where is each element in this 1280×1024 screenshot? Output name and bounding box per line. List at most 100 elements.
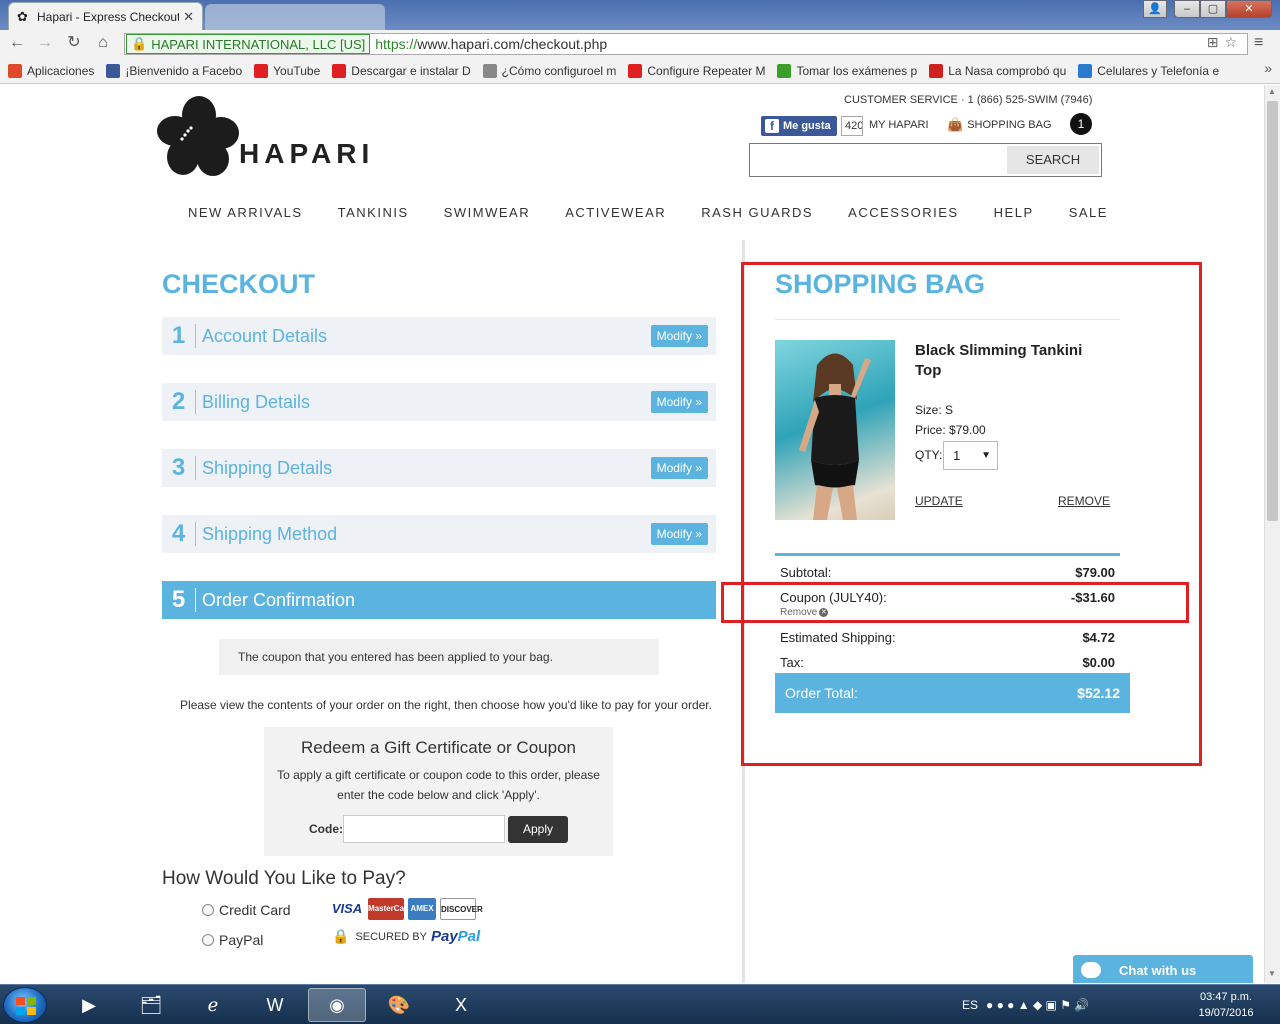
reload-icon[interactable]: ↻ xyxy=(63,32,85,54)
paypal-label: PayPal xyxy=(219,932,264,948)
bookmark-label: Tomar los exámenes p xyxy=(796,63,918,78)
step-number: 2 xyxy=(162,390,196,414)
annotation-highlight-bag xyxy=(741,262,1202,766)
nav-item-help[interactable]: HELP xyxy=(994,205,1034,220)
bookmark-item[interactable]: Tomar los exámenes p xyxy=(777,63,918,78)
window-minimize-button[interactable]: ‒ xyxy=(1174,0,1200,18)
bookmark-favicon-icon xyxy=(8,63,22,78)
address-bar[interactable]: 🔒 HAPARI INTERNATIONAL, LLC [US] https:/… xyxy=(124,33,1248,55)
bookmark-item[interactable]: La Nasa comprobó qu xyxy=(929,63,1067,78)
code-label: Code: xyxy=(309,822,343,836)
url-text[interactable]: https://www.hapari.com/checkout.php xyxy=(375,36,607,52)
browser-menu-icon[interactable]: ≡ xyxy=(1254,34,1263,52)
window-maximize-button[interactable]: ▢ xyxy=(1200,0,1226,18)
user-profile-icon[interactable]: 👤 xyxy=(1143,0,1167,18)
bookmark-item[interactable]: Descargar e instalar D xyxy=(332,63,471,78)
search-input[interactable] xyxy=(752,146,1008,174)
facebook-like-count: 420 xyxy=(841,116,863,136)
nav-item-rash-guards[interactable]: RASH GUARDS xyxy=(701,205,813,220)
coupon-code-input[interactable] xyxy=(343,815,505,843)
browser-tab-new[interactable] xyxy=(205,4,385,30)
language-indicator[interactable]: ES xyxy=(962,998,978,1012)
scroll-down-icon[interactable]: ▼ xyxy=(1268,969,1276,978)
bookmark-label: YouTube xyxy=(273,63,321,78)
step-label: Billing Details xyxy=(202,391,311,412)
bookmark-favicon-icon xyxy=(106,63,121,78)
bookmark-favicon-icon xyxy=(628,63,643,78)
browser-tab-strip: ✿ Hapari - Express Checkout ✕ 👤 ‒ ▢ ✕ xyxy=(0,0,1280,30)
tab-close-icon[interactable]: ✕ xyxy=(183,9,194,25)
bookmark-item[interactable]: YouTube xyxy=(254,63,321,78)
translate-and-star-icons[interactable]: ⊞☆ xyxy=(1207,34,1243,51)
paypal-logo: PayPal xyxy=(431,928,480,945)
back-arrow-icon[interactable]: ← xyxy=(6,32,28,54)
paypal-radio[interactable] xyxy=(202,934,214,946)
credit-card-radio[interactable] xyxy=(202,904,214,916)
nav-item-sale[interactable]: SALE xyxy=(1069,205,1108,220)
paypal-logo-pal: Pal xyxy=(457,928,481,945)
tray-icons[interactable]: ● ● ● ▲ ◆ ▣ ⚑ 🔊 xyxy=(986,998,1089,1012)
logo-wordmark: HAPARI xyxy=(239,138,375,169)
nav-item-new-arrivals[interactable]: NEW ARRIVALS xyxy=(188,205,303,220)
gift-description: To apply a gift certificate or coupon co… xyxy=(277,768,600,802)
excel-icon[interactable]: X xyxy=(432,988,490,1022)
scroll-up-icon[interactable]: ▲ xyxy=(1268,87,1276,96)
order-instructions: Please view the contents of your order o… xyxy=(180,698,712,712)
bookmarks-bar: Aplicaciones ¡Bienvenido a Facebo YouTube D… xyxy=(0,58,1280,84)
pay-option-credit-card[interactable]: Credit Card xyxy=(202,902,291,918)
facebook-icon: f xyxy=(765,119,779,133)
ev-certificate-badge[interactable]: 🔒 HAPARI INTERNATIONAL, LLC [US] xyxy=(126,34,371,54)
bookmark-label: Celulares y Telefonía e xyxy=(1097,63,1220,78)
bookmark-label: La Nasa comprobó qu xyxy=(948,63,1067,78)
nav-item-swimwear[interactable]: SWIMWEAR xyxy=(444,205,530,220)
my-hapari-link[interactable]: MY HAPARI xyxy=(869,119,929,131)
gift-heading: Redeem a Gift Certificate or Coupon xyxy=(301,738,576,757)
modify-account-button[interactable]: Modify » xyxy=(650,325,708,347)
modify-billing-button[interactable]: Modify » xyxy=(650,391,708,413)
system-clock[interactable]: 03:47 p.m. 19/07/2016 xyxy=(1186,989,1266,1021)
shopping-bag-link[interactable]: 👜 SHOPPING BAG xyxy=(947,117,1052,133)
modify-shipping-method-button[interactable]: Modify » xyxy=(650,523,708,545)
bookmark-item[interactable]: ¿Cómo configuroel m xyxy=(482,63,616,78)
chat-with-us-button[interactable]: Chat with us xyxy=(1073,955,1253,983)
facebook-like-button[interactable]: f Me gusta xyxy=(761,116,837,136)
bookmark-item[interactable]: Configure Repeater M xyxy=(628,63,765,78)
word-icon[interactable]: W xyxy=(246,988,304,1022)
pay-option-paypal[interactable]: PayPal xyxy=(202,932,263,948)
discover-logo: DISCOVER xyxy=(440,898,483,920)
nav-item-tankinis[interactable]: TANKINIS xyxy=(338,205,409,220)
scrollbar-thumb[interactable] xyxy=(1267,101,1278,521)
bookmark-favicon-icon xyxy=(332,63,347,78)
lock-icon: 🔒 xyxy=(131,36,148,51)
home-icon[interactable]: ⌂ xyxy=(92,32,114,54)
url-path: www.hapari.com/checkout.php xyxy=(417,36,608,52)
bookmark-favicon-icon xyxy=(482,63,497,78)
file-explorer-icon[interactable]: 🗂 xyxy=(122,988,180,1022)
paint-icon[interactable]: 🎨 xyxy=(370,988,428,1022)
bookmark-item[interactable]: Celulares y Telefonía e xyxy=(1078,63,1220,78)
start-button[interactable] xyxy=(3,987,47,1023)
secured-by-label: SECURED BY xyxy=(355,930,427,943)
bag-count-badge[interactable]: 1 xyxy=(1070,113,1092,135)
step-number: 4 xyxy=(162,522,196,546)
step-number: 3 xyxy=(162,456,196,480)
page-scrollbar[interactable]: ▲ ▼ xyxy=(1264,85,1280,983)
chat-bubble-icon xyxy=(1081,962,1101,978)
internet-explorer-icon[interactable]: ℯ xyxy=(184,988,242,1022)
hapari-logo[interactable]: HAPARI xyxy=(155,95,374,179)
forward-arrow-icon[interactable]: → xyxy=(34,32,56,54)
nav-item-accessories[interactable]: ACCESSORIES xyxy=(848,205,958,220)
browser-tab-active[interactable]: ✿ Hapari - Express Checkout ✕ xyxy=(8,2,203,30)
bookmarks-overflow-icon[interactable]: » xyxy=(1264,60,1272,76)
apply-coupon-button[interactable]: Apply xyxy=(508,816,568,843)
browser-toolbar: ← → ↻ ⌂ 🔒 HAPARI INTERNATIONAL, LLC [US]… xyxy=(0,30,1280,58)
media-player-icon[interactable]: ▶ xyxy=(60,988,118,1022)
facebook-like-label: Me gusta xyxy=(783,120,831,132)
nav-item-activewear[interactable]: ACTIVEWEAR xyxy=(565,205,666,220)
search-button[interactable]: SEARCH xyxy=(1007,146,1099,174)
chrome-icon[interactable]: ◉ xyxy=(308,988,366,1022)
bookmark-item[interactable]: ¡Bienvenido a Facebo xyxy=(106,63,242,78)
modify-shipping-button[interactable]: Modify » xyxy=(650,457,708,479)
bookmark-item[interactable]: Aplicaciones xyxy=(8,63,94,78)
window-close-button[interactable]: ✕ xyxy=(1226,0,1272,18)
